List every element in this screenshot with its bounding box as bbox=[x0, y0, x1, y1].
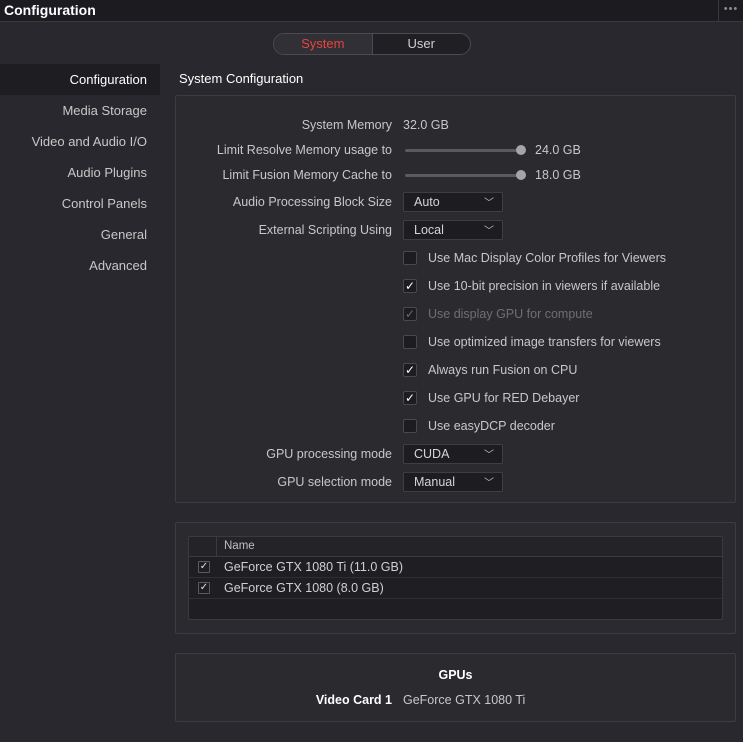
gpu-name: GeForce GTX 1080 (8.0 GB) bbox=[224, 581, 384, 595]
limit-fusion-slider[interactable] bbox=[405, 170, 526, 180]
section-title: System Configuration bbox=[179, 71, 304, 86]
video-card-value: GeForce GTX 1080 Ti bbox=[403, 693, 526, 707]
limit-fusion-value: 18.0 GB bbox=[535, 168, 581, 182]
limit-resolve-label: Limit Resolve Memory usage to bbox=[216, 143, 392, 157]
checkbox-label: Use GPU for RED Debayer bbox=[428, 391, 580, 405]
check-icon[interactable]: ✓ bbox=[198, 582, 210, 594]
check-icon[interactable]: ✓ bbox=[198, 561, 210, 573]
dropdown-value: CUDA bbox=[414, 447, 450, 461]
check-icon: ✓ bbox=[403, 307, 417, 321]
checkbox[interactable] bbox=[403, 419, 417, 433]
audio-block-dropdown[interactable]: Auto ﹀ bbox=[403, 192, 503, 212]
check-icon[interactable]: ✓ bbox=[403, 391, 417, 405]
sidebar-item-configuration[interactable]: Configuration bbox=[0, 64, 160, 95]
scripting-dropdown[interactable]: Local ﹀ bbox=[403, 220, 503, 240]
column-divider bbox=[216, 537, 217, 557]
sidebar-item-video-audio-io[interactable]: Video and Audio I/O bbox=[0, 126, 160, 157]
chevron-down-icon: ﹀ bbox=[484, 478, 494, 489]
sidebar-item-control-panels[interactable]: Control Panels bbox=[0, 188, 160, 219]
sidebar: Configuration Media Storage Video and Au… bbox=[0, 64, 160, 281]
tab-user[interactable]: User bbox=[373, 34, 471, 54]
system-user-switch: System User bbox=[273, 33, 471, 55]
limit-resolve-value: 24.0 GB bbox=[535, 143, 581, 157]
slider-knob[interactable] bbox=[516, 145, 526, 155]
system-configuration-panel: System Memory 32.0 GB Limit Resolve Memo… bbox=[175, 95, 736, 503]
title-bar: Configuration ••• bbox=[0, 0, 743, 22]
checkbox[interactable] bbox=[403, 251, 417, 265]
chevron-down-icon: ﹀ bbox=[484, 450, 494, 461]
system-memory-label: System Memory bbox=[301, 118, 392, 132]
gpu-table: Name ✓ GeForce GTX 1080 Ti (11.0 GB) ✓ G… bbox=[188, 536, 723, 620]
checkbox-label: Use display GPU for compute bbox=[428, 307, 593, 321]
checkbox-label: Use optimized image transfers for viewer… bbox=[428, 335, 661, 349]
checkbox-label: Use 10-bit precision in viewers if avail… bbox=[428, 279, 661, 293]
dropdown-value: Manual bbox=[414, 475, 455, 489]
limit-fusion-label: Limit Fusion Memory Cache to bbox=[222, 168, 392, 182]
gpu-list-panel: Name ✓ GeForce GTX 1080 Ti (11.0 GB) ✓ G… bbox=[175, 522, 736, 634]
scripting-label: External Scripting Using bbox=[258, 223, 392, 237]
limit-resolve-slider[interactable] bbox=[405, 145, 526, 155]
chevron-down-icon: ﹀ bbox=[484, 198, 494, 209]
dropdown-value: Local bbox=[414, 223, 444, 237]
video-card-label: Video Card 1 bbox=[315, 693, 392, 707]
sidebar-item-audio-plugins[interactable]: Audio Plugins bbox=[0, 157, 160, 188]
sidebar-item-advanced[interactable]: Advanced bbox=[0, 250, 160, 281]
table-row[interactable]: ✓ GeForce GTX 1080 (8.0 GB) bbox=[189, 578, 722, 599]
checkbox-label: Always run Fusion on CPU bbox=[428, 363, 578, 377]
table-row[interactable]: ✓ GeForce GTX 1080 Ti (11.0 GB) bbox=[189, 557, 722, 578]
chevron-down-icon: ﹀ bbox=[484, 226, 494, 237]
audio-block-label: Audio Processing Block Size bbox=[232, 195, 392, 209]
more-dots-icon[interactable]: ••• bbox=[718, 0, 743, 22]
gpus-panel: GPUs Video Card 1 GeForce GTX 1080 Ti bbox=[175, 653, 736, 722]
table-header: Name bbox=[189, 537, 722, 557]
checkbox-label: Use Mac Display Color Profiles for Viewe… bbox=[428, 251, 667, 265]
window-title: Configuration bbox=[4, 2, 96, 18]
check-icon[interactable]: ✓ bbox=[403, 363, 417, 377]
check-icon[interactable]: ✓ bbox=[403, 279, 417, 293]
gpu-mode-label: GPU processing mode bbox=[266, 447, 392, 461]
sidebar-item-general[interactable]: General bbox=[0, 219, 160, 250]
slider-knob[interactable] bbox=[516, 170, 526, 180]
dropdown-value: Auto bbox=[414, 195, 440, 209]
system-memory-value: 32.0 GB bbox=[403, 118, 449, 132]
column-header-name[interactable]: Name bbox=[224, 540, 255, 552]
tab-system[interactable]: System bbox=[274, 34, 373, 54]
gpu-selection-dropdown[interactable]: Manual ﹀ bbox=[403, 472, 503, 492]
gpu-mode-dropdown[interactable]: CUDA ﹀ bbox=[403, 444, 503, 464]
gpu-name: GeForce GTX 1080 Ti (11.0 GB) bbox=[224, 560, 404, 574]
checkbox-label: Use easyDCP decoder bbox=[428, 419, 555, 433]
gpus-title: GPUs bbox=[438, 668, 473, 682]
sidebar-item-media-storage[interactable]: Media Storage bbox=[0, 95, 160, 126]
gpu-selection-label: GPU selection mode bbox=[277, 475, 392, 489]
checkbox[interactable] bbox=[403, 335, 417, 349]
